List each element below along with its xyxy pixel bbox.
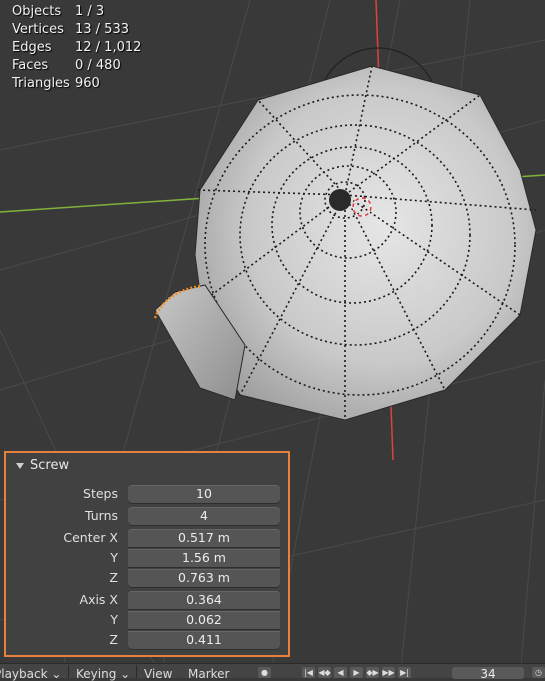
axis-y-row: Y 0.062 — [6, 611, 288, 629]
axis-x-row: Axis X 0.364 — [6, 591, 288, 609]
turns-row: Turns 4 — [6, 507, 288, 525]
center-x-field[interactable]: 0.517 m — [128, 529, 280, 547]
play-reverse-icon[interactable]: ◀ — [334, 667, 347, 678]
steps-label: Steps — [83, 486, 118, 501]
axis-z-label: Z — [109, 632, 118, 647]
snail-shell-mesh — [194, 65, 537, 421]
keying-label: Keying — [76, 667, 117, 681]
edges-label: Edges — [12, 40, 52, 55]
axis-z-row: Z 0.411 — [6, 631, 288, 649]
panel-header[interactable]: Screw — [16, 458, 69, 473]
center-y-label: Y — [110, 550, 118, 565]
triangles-value: 960 — [75, 76, 100, 91]
faces-label: Faces — [12, 58, 49, 73]
vertices-label: Vertices — [12, 22, 64, 37]
separator — [68, 665, 69, 678]
faces-value: 0 / 480 — [75, 58, 121, 73]
playback-menu[interactable]: Playback ⌄ — [0, 667, 61, 681]
objects-value: 1 / 3 — [75, 4, 105, 19]
play-icon[interactable]: ▶ — [350, 667, 363, 678]
collapse-triangle-icon[interactable] — [16, 462, 24, 469]
current-frame-field[interactable]: 34 — [452, 667, 524, 681]
objects-label: Objects — [12, 4, 62, 19]
axis-x-label: Axis X — [79, 592, 118, 607]
marker-menu[interactable]: Marker — [188, 667, 229, 681]
steps-field[interactable]: 10 — [128, 485, 280, 503]
center-z-field[interactable]: 0.763 m — [128, 569, 280, 587]
axis-z-field[interactable]: 0.411 — [128, 631, 280, 649]
separator — [136, 665, 137, 678]
playback-label: Playback — [0, 667, 48, 681]
prev-keyframe-icon[interactable]: ◀◆ — [318, 667, 331, 678]
center-y-row: Y 1.56 m — [6, 549, 288, 567]
center-y-field[interactable]: 1.56 m — [128, 549, 280, 567]
clock-icon[interactable]: ◷ — [532, 667, 545, 678]
timeline-header: Playback ⌄ Keying ⌄ View Marker ● |◀ ◀◆ … — [0, 663, 545, 681]
center-z-label: Z — [109, 570, 118, 585]
panel-title: Screw — [30, 458, 70, 473]
center-x-label: Center X — [63, 530, 118, 545]
turns-field[interactable]: 4 — [128, 507, 280, 525]
center-z-row: Z 0.763 m — [6, 569, 288, 587]
keying-menu[interactable]: Keying ⌄ — [76, 667, 130, 681]
steps-row: Steps 10 — [6, 485, 288, 503]
next-icon[interactable]: ▶▶ — [382, 667, 395, 678]
vertices-value: 13 / 533 — [75, 22, 129, 37]
jump-end-icon[interactable]: ▶| — [398, 667, 411, 678]
scene-statistics: Objects 1 / 3 Vertices 13 / 533 Edges 12 / … — [12, 3, 141, 93]
next-keyframe-icon[interactable]: ◆▶ — [366, 667, 379, 678]
jump-start-icon[interactable]: |◀ — [302, 667, 315, 678]
triangles-label: Triangles — [12, 76, 70, 91]
screw-operator-panel: Screw Steps 10 Turns 4 Center X 0.517 m … — [4, 451, 290, 657]
turns-label: Turns — [84, 508, 118, 523]
center-x-row: Center X 0.517 m — [6, 529, 288, 547]
record-icon[interactable]: ● — [258, 667, 271, 678]
view-menu[interactable]: View — [144, 667, 172, 681]
edges-value: 12 / 1,012 — [75, 40, 142, 55]
axis-y-field[interactable]: 0.062 — [128, 611, 280, 629]
axis-x-field[interactable]: 0.364 — [128, 591, 280, 609]
axis-y-label: Y — [110, 612, 118, 627]
